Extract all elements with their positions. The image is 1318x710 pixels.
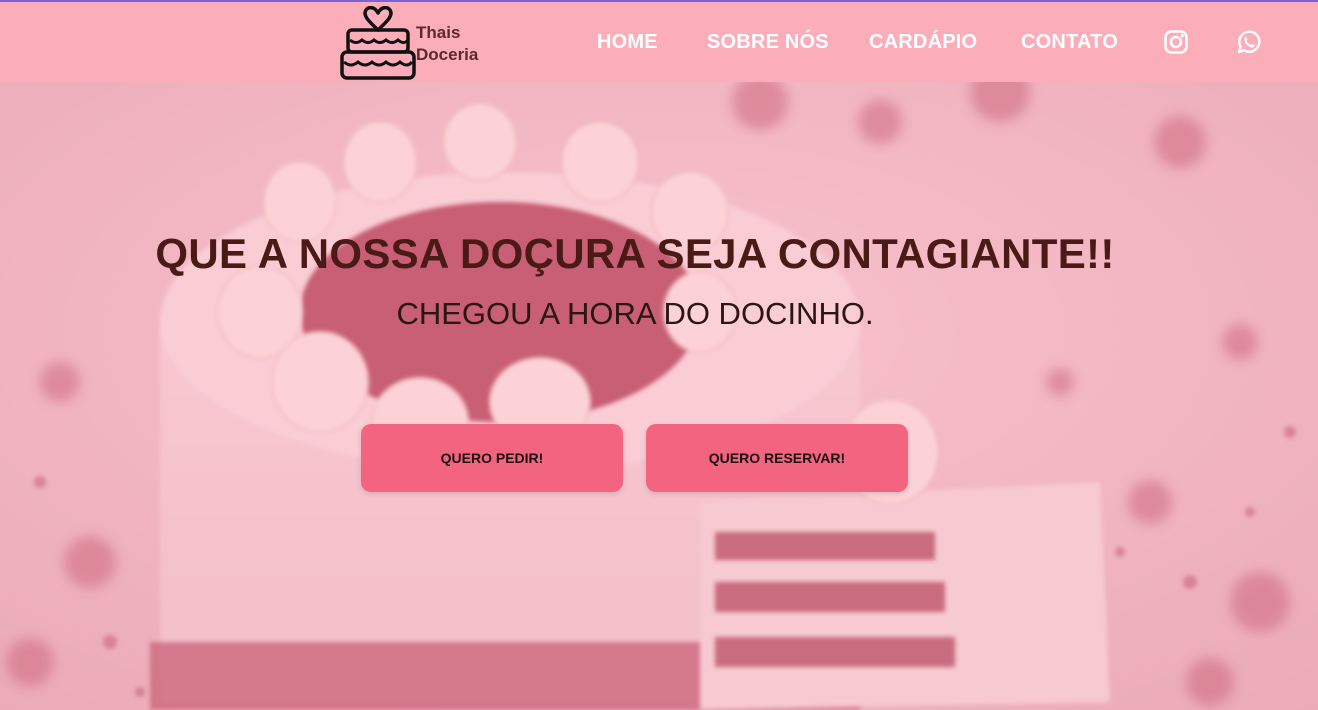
nav-cardapio[interactable]: CARDÁPIO [869,31,977,54]
nav-home[interactable]: HOME [597,31,658,54]
brand-name: Thais Doceria [416,22,478,66]
hero-subheadline: CHEGOU A HORA DO DOCINHO. [396,296,874,331]
brand-line-2: Doceria [416,45,479,64]
brand-line-1: Thais [416,23,461,42]
nav-contato[interactable]: CONTATO [1021,31,1118,54]
cake-icon [340,6,416,80]
nav-sobre-nos[interactable]: SOBRE NÓS [707,31,829,54]
hero-section: QUE A NOSSA DOÇURA SEJA CONTAGIANTE!! CH… [0,82,1318,710]
order-button[interactable]: QUERO PEDIR! [361,424,623,492]
whatsapp-icon[interactable] [1235,29,1261,55]
pink-overlay [0,82,1318,710]
reserve-button[interactable]: QUERO RESERVAR! [646,424,908,492]
site-header: Thais Doceria HOME SOBRE NÓS CARDÁPIO CO… [0,2,1318,82]
instagram-icon[interactable] [1163,29,1189,55]
logo[interactable]: Thais Doceria [340,6,490,82]
hero-headline: QUE A NOSSA DOÇURA SEJA CONTAGIANTE!! [155,230,1115,277]
